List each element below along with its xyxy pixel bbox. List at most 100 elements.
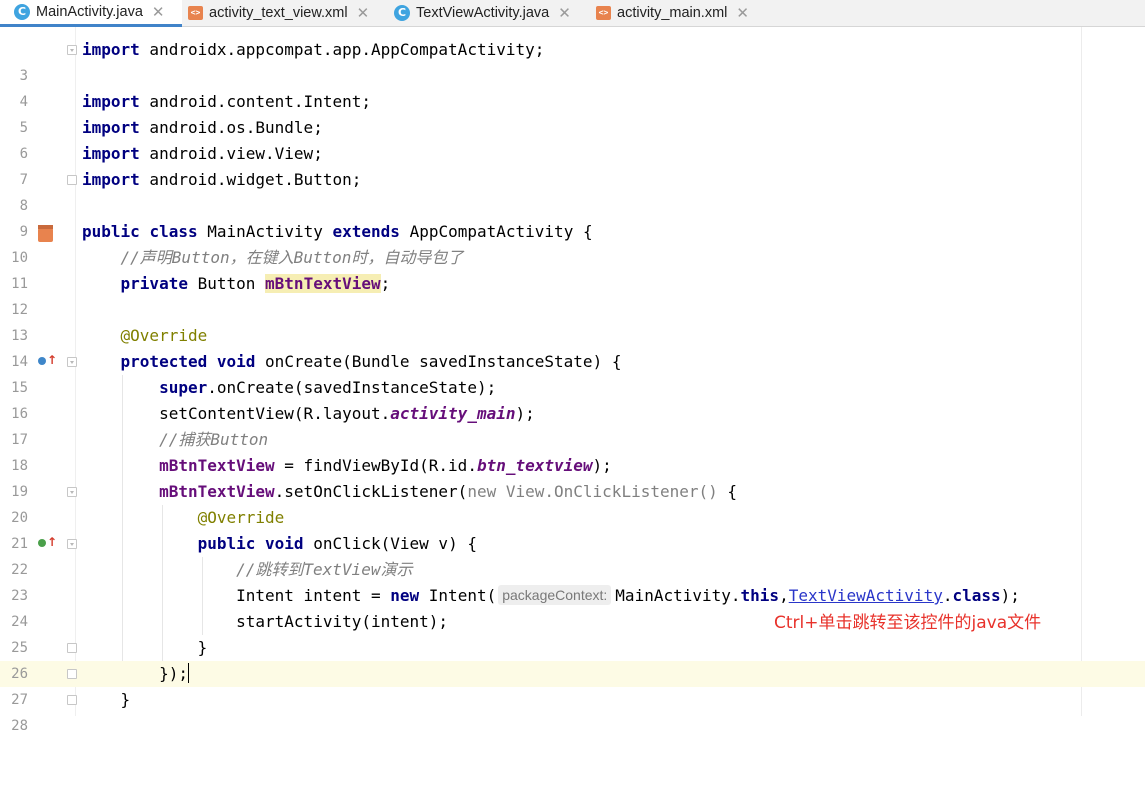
close-icon[interactable]: ✕ bbox=[736, 6, 749, 21]
code-line[interactable]: 13 bbox=[0, 297, 1145, 344]
xml-file-icon bbox=[188, 6, 203, 20]
fold-end-icon[interactable] bbox=[67, 669, 77, 679]
code-text: Intent intent = bbox=[236, 586, 391, 605]
keyword: public bbox=[197, 534, 256, 553]
class-reference-link[interactable]: TextViewActivity bbox=[789, 586, 943, 605]
code-text: ; bbox=[380, 274, 391, 293]
keyword: this bbox=[740, 586, 780, 605]
fold-end-icon[interactable] bbox=[67, 695, 77, 705]
code-line[interactable]: 22 public void onClick(View v) { bbox=[0, 531, 1145, 578]
field-identifier: mBtnTextView bbox=[159, 482, 275, 501]
code-line[interactable]: 7 import android.view.View; bbox=[0, 141, 1145, 188]
keyword: class bbox=[149, 222, 198, 241]
fold-toggle-icon[interactable] bbox=[67, 45, 77, 55]
close-icon[interactable]: ✕ bbox=[152, 5, 165, 20]
close-icon[interactable]: ✕ bbox=[357, 6, 370, 21]
code-text: , bbox=[779, 586, 789, 605]
tab-main-activity-java[interactable]: MainActivity.java ✕ bbox=[0, 0, 182, 27]
close-icon[interactable]: ✕ bbox=[558, 6, 571, 21]
code-text: ); bbox=[515, 404, 535, 423]
keyword: protected bbox=[120, 352, 208, 371]
code-line[interactable]: 27 }); bbox=[0, 661, 1145, 708]
code-text: androidx.appcompat.app.AppCompatActivity… bbox=[139, 40, 545, 59]
code-text: .onCreate(savedInstanceState); bbox=[207, 378, 497, 397]
tab-label: activity_text_view.xml bbox=[209, 5, 348, 21]
keyword: import bbox=[82, 92, 140, 111]
xml-layout-icon[interactable] bbox=[38, 225, 53, 242]
keyword: extends bbox=[332, 222, 400, 241]
tab-text-view-activity-java[interactable]: TextViewActivity.java ✕ bbox=[394, 0, 590, 26]
code-line[interactable]: 11 //声明Button，在键入Button时，自动导包了 bbox=[0, 245, 1145, 292]
code-line[interactable]: 28 } bbox=[0, 687, 1145, 734]
java-class-icon bbox=[394, 5, 410, 21]
code-line[interactable]: 20 mBtnTextView.setOnClickListener(new V… bbox=[0, 479, 1145, 526]
code-text: Button bbox=[187, 274, 266, 293]
fold-toggle-icon[interactable] bbox=[67, 487, 77, 497]
code-line[interactable]: 26 } bbox=[0, 635, 1145, 682]
code-line[interactable]: 17 setContentView(R.layout.activity_main… bbox=[0, 401, 1145, 448]
code-text: android.content.Intent; bbox=[139, 92, 371, 111]
code-line[interactable]: 9 bbox=[0, 193, 1145, 240]
code-line[interactable]: 19 mBtnTextView = findViewById(R.id.btn_… bbox=[0, 453, 1145, 500]
code-line[interactable]: 5 import android.content.Intent; bbox=[0, 89, 1145, 136]
code-line[interactable]: 10 public class MainActivity extends App… bbox=[0, 219, 1145, 266]
keyword: void bbox=[265, 534, 304, 553]
code-text: android.view.View; bbox=[139, 144, 323, 163]
tab-activity-text-view-xml[interactable]: activity_text_view.xml ✕ bbox=[188, 0, 388, 26]
code-line[interactable]: 14 @Override bbox=[0, 323, 1145, 370]
code-text: MainActivity. bbox=[615, 586, 741, 605]
text-caret bbox=[187, 663, 190, 683]
code-text: onClick(View v) { bbox=[313, 534, 477, 553]
line-number: 28 bbox=[11, 718, 28, 734]
keyword: void bbox=[216, 352, 256, 371]
tab-activity-main-xml[interactable]: activity_main.xml ✕ bbox=[596, 0, 766, 26]
keyword: super bbox=[159, 378, 208, 397]
editor-tab-bar: MainActivity.java ✕ activity_text_view.x… bbox=[0, 0, 1145, 27]
code-line[interactable]: 4 bbox=[0, 63, 1145, 110]
comment: //捕获Button bbox=[159, 430, 269, 449]
keyword: import bbox=[82, 170, 140, 189]
comment: //声明Button，在键入Button时，自动导包了 bbox=[120, 248, 464, 267]
tab-label: activity_main.xml bbox=[617, 5, 728, 21]
override-icon[interactable]: ↑ bbox=[38, 354, 57, 368]
xml-file-icon bbox=[596, 6, 611, 20]
keyword: import bbox=[82, 144, 140, 163]
fold-end-icon[interactable] bbox=[67, 643, 77, 653]
code-text: .setOnClickListener( bbox=[274, 482, 468, 501]
code-text: startActivity(intent); bbox=[236, 612, 449, 631]
fold-toggle-icon[interactable] bbox=[67, 539, 77, 549]
keyword: public bbox=[82, 222, 140, 241]
keyword: import bbox=[82, 118, 140, 137]
implement-icon[interactable]: ↑ bbox=[38, 536, 57, 550]
comment: //跳转到TextView演示 bbox=[236, 560, 413, 579]
fold-toggle-icon[interactable] bbox=[67, 357, 77, 367]
code-line[interactable]: 12 private Button mBtnTextView; bbox=[0, 271, 1145, 318]
code-text: android.widget.Button; bbox=[139, 170, 362, 189]
static-field: btn_textview bbox=[476, 456, 593, 475]
code-text: setContentView(R.layout. bbox=[159, 404, 391, 423]
field-identifier-highlighted[interactable]: mBtnTextView bbox=[265, 274, 381, 293]
code-text: AppCompatActivity { bbox=[409, 222, 593, 241]
tab-label: TextViewActivity.java bbox=[416, 5, 550, 21]
code-line[interactable]: 15 protected void onCreate(Bundle savedI… bbox=[0, 349, 1145, 396]
code-text: } bbox=[120, 690, 131, 709]
code-line[interactable]: 21 @Override bbox=[0, 505, 1145, 552]
code-line[interactable]: 8 import android.widget.Button; bbox=[0, 167, 1145, 214]
code-text: onCreate(Bundle savedInstanceState) { bbox=[265, 352, 622, 371]
static-field: activity_main bbox=[390, 404, 516, 423]
anonymous-class: new View.OnClickListener() bbox=[467, 482, 718, 501]
annotation-note: Ctrl+单击跳转至该控件的java文件 bbox=[774, 613, 1042, 633]
class-name: MainActivity bbox=[207, 222, 323, 241]
code-line[interactable]: 23 //跳转到TextView演示 bbox=[0, 557, 1145, 604]
code-line[interactable]: 6 import android.os.Bundle; bbox=[0, 115, 1145, 162]
code-line[interactable]: 24 Intent intent = new Intent(packageCon… bbox=[0, 583, 1145, 630]
code-line[interactable]: 16 super.onCreate(savedInstanceState); bbox=[0, 375, 1145, 422]
code-text: = findViewById(R.id. bbox=[274, 456, 477, 475]
code-text: { bbox=[717, 482, 738, 501]
code-line[interactable]: 18 //捕获Button bbox=[0, 427, 1145, 474]
fold-end-icon[interactable] bbox=[67, 175, 77, 185]
code-text: ); bbox=[592, 456, 612, 475]
code-line[interactable]: 3 import androidx.appcompat.app.AppCompa… bbox=[0, 37, 1145, 84]
annotation: @Override bbox=[197, 508, 285, 527]
code-text: }); bbox=[159, 664, 188, 683]
